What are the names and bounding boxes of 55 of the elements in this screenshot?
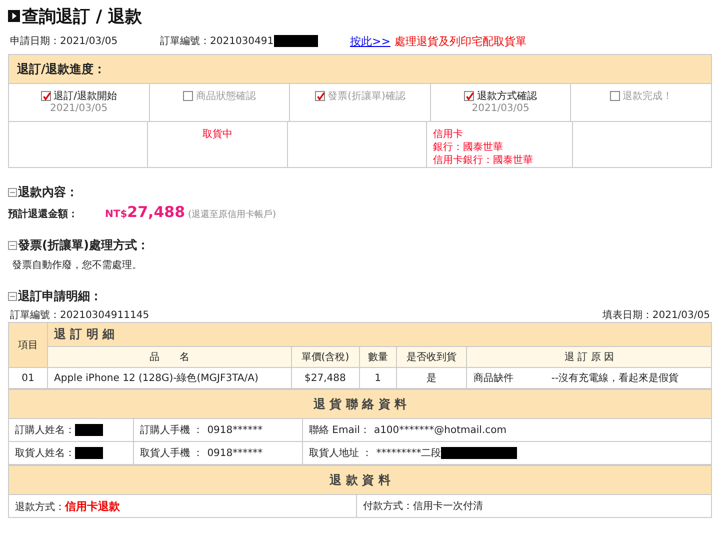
refund-note: (退還至原信用卡帳戶) — [188, 208, 276, 221]
step-label: 商品狀態確認 — [196, 90, 256, 103]
column-header: 單價(含稅) — [291, 346, 360, 368]
step-label: 退款完成！ — [622, 90, 673, 103]
section-heading: 退訂申請明細： — [18, 288, 102, 305]
step-date: 2021/03/05 — [470, 103, 530, 114]
field-value: 0918****** — [207, 424, 263, 436]
field-label: 聯絡 Email： — [309, 424, 370, 437]
redaction-block — [274, 35, 318, 47]
refund-amount: 27,488 — [127, 203, 186, 221]
collapse-icon[interactable] — [8, 292, 17, 301]
column-header: 品 名 — [48, 346, 292, 368]
fill-date: 填表日期：2021/03/05 — [602, 308, 710, 322]
field-value: a100*******@hotmail.com — [374, 424, 506, 436]
column-header: 是否收到貨 — [396, 346, 467, 368]
table-header: 項目 — [8, 322, 48, 368]
column-header: 數量 — [359, 346, 396, 368]
click-here-link[interactable]: 按此>> — [350, 34, 390, 48]
collapse-icon[interactable] — [8, 241, 17, 250]
step-label: 發票(折讓單)確認 — [328, 90, 406, 103]
field-label: 取貨人地址 ： — [309, 446, 372, 460]
payment-method: 付款方式：信用卡一次付清 — [356, 494, 712, 518]
order-number: 訂單編號：20210304911145 — [10, 308, 150, 322]
redaction-block — [75, 424, 103, 436]
step-note: 信用卡 — [433, 128, 464, 141]
step-note: 信用卡銀行：國泰世華 — [433, 154, 534, 167]
field-label: 退款方式： — [15, 502, 65, 512]
step-date: 2021/03/05 — [48, 103, 109, 114]
section-heading: 發票(折讓單)處理方式： — [18, 237, 149, 254]
apply-date: 申請日期：2021/03/05 — [10, 34, 119, 48]
table-title: 退 貨 聯 絡 資 料 — [8, 390, 712, 418]
step-label: 退訂/退款開始 — [54, 90, 117, 103]
table-title: 退 款 資 料 — [8, 466, 712, 494]
refund-label: 預計退還金額： — [8, 208, 79, 221]
step-label: 退款方式確認 — [477, 90, 538, 103]
currency: NT$ — [105, 209, 128, 220]
progress-heading: 退訂/退款進度： — [9, 55, 711, 84]
invoice-text: 發票自動作廢，您不需處理。 — [11, 258, 143, 272]
field-label: 訂購人手機 ： — [140, 424, 204, 437]
redaction-block — [75, 447, 103, 459]
link-note: 處理退貨及列印宅配取貨單 — [394, 34, 526, 48]
field-label: 取貨人姓名： — [15, 447, 75, 460]
field-value: 0918****** — [207, 448, 263, 458]
refund-method: 信用卡退款 — [65, 500, 120, 512]
field-value: *********二段 — [376, 447, 442, 460]
order-number: 訂單編號：2021030491 — [160, 34, 274, 48]
collapse-icon[interactable] — [8, 188, 17, 197]
step-note: 取貨中 — [202, 128, 234, 141]
field-label: 取貨人手機 ： — [140, 446, 204, 460]
step-note: 銀行：國泰世華 — [433, 141, 504, 154]
field-label: 訂購人姓名： — [15, 424, 75, 437]
page-title: 查詢退訂 / 退款 — [22, 6, 142, 28]
table-title: 退 訂 明 細 — [48, 322, 712, 346]
section-heading: 退款內容： — [18, 184, 78, 201]
column-header: 退 訂 原 因 — [466, 346, 712, 368]
